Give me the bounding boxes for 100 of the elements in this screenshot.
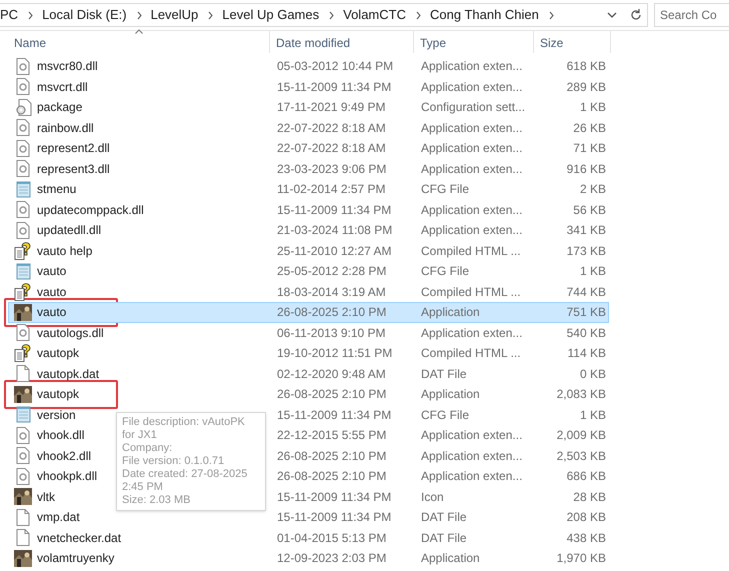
file-size: 341 KB xyxy=(566,222,606,240)
file-size: 2,009 KB xyxy=(556,427,606,444)
file-name: vautopk xyxy=(37,345,80,362)
gear-document-icon xyxy=(16,58,30,75)
file-size: 618 KB xyxy=(566,58,606,76)
file-type: Compiled HTML ... xyxy=(420,242,522,260)
file-type: Compiled HTML ... xyxy=(420,345,522,362)
tooltip-line: Date created: 27-08-2025 2:45 PM xyxy=(122,468,248,494)
date-modified: 22-07-2022 8:18 AM xyxy=(276,120,387,137)
breadcrumb-item[interactable]: LevelUp xyxy=(150,5,198,25)
notepad-icon xyxy=(16,262,30,280)
file-type: Application exten... xyxy=(420,78,524,96)
file-size: 26 KB xyxy=(572,120,606,137)
file-type: CFG File xyxy=(420,263,470,280)
file-type: Application exten... xyxy=(420,222,524,240)
file-type: DAT File xyxy=(420,366,468,383)
file-size: 1 KB xyxy=(578,99,606,116)
chevron-icon xyxy=(548,10,555,20)
file-name: vauto xyxy=(37,304,66,322)
date-modified: 02-12-2020 9:48 AM xyxy=(276,366,387,383)
refresh-icon[interactable] xyxy=(629,8,643,22)
file-type: Icon xyxy=(420,488,445,506)
breadcrumb-item[interactable]: Level Up Games xyxy=(222,5,320,25)
file-size: 2,083 KB xyxy=(556,386,606,404)
dropdown-caret-icon[interactable] xyxy=(607,11,617,19)
date-modified: 11-02-2014 2:57 PM xyxy=(276,181,387,198)
selected-file-row[interactable]: vauto 26-08-2025 2:10 PM Application 751 KB xyxy=(8,302,609,322)
date-modified: 26-08-2025 2:10 PM xyxy=(276,386,388,404)
date-modified: 15-11-2009 11:34 PM xyxy=(276,202,392,219)
gear-document-icon xyxy=(16,426,30,444)
date-modified: 26-08-2025 2:10 PM xyxy=(276,468,388,486)
breadcrumb-item[interactable]: VolamCTC xyxy=(343,5,406,25)
file-type: DAT File xyxy=(420,509,468,526)
chevron-icon xyxy=(207,10,214,20)
file-size: 1 KB xyxy=(578,406,606,424)
tooltip-line: File version: 0.1.0.71 xyxy=(122,455,226,468)
file-type: DAT File xyxy=(420,530,468,547)
gear-document-icon xyxy=(16,78,30,96)
file-name: msvcr80.dll xyxy=(37,58,98,76)
file-type: Application exten... xyxy=(420,202,524,219)
file-name: vauto help xyxy=(37,242,92,260)
file-name: volamtruyenky xyxy=(37,550,114,568)
file-type: Application exten... xyxy=(420,160,524,178)
file-name: updatecomppack.dll xyxy=(37,202,144,219)
file-type: CFG File xyxy=(420,181,470,198)
notepad-icon xyxy=(16,180,30,198)
file-name: vautopk.dat xyxy=(37,366,100,383)
breadcrumb-item[interactable]: Local Disk (E:) xyxy=(42,5,127,25)
chevron-icon xyxy=(328,10,336,20)
file-size: 1 KB xyxy=(578,263,606,280)
file-type: Application exten... xyxy=(420,468,524,486)
chevron-icon xyxy=(27,10,34,20)
date-modified: 06-11-2013 9:10 PM xyxy=(276,324,387,342)
file-type: Application exten... xyxy=(420,58,524,76)
file-type: Application exten... xyxy=(420,324,524,342)
date-modified: 15-11-2009 11:34 PM xyxy=(276,78,392,96)
file-type: Application exten... xyxy=(420,427,524,444)
address-bar[interactable]: PC Local Disk (E:) LevelUp Level Up Games VolamCTC Cong Thanh Chien xyxy=(0,3,648,27)
file-name: vauto xyxy=(37,263,66,280)
date-modified: 17-11-2021 9:49 PM xyxy=(276,99,387,116)
file-name: vautopk xyxy=(37,386,80,404)
file-size: 2,503 KB xyxy=(556,448,606,465)
file-name: vmp.dat xyxy=(37,509,80,526)
breadcrumb-item[interactable]: Cong Thanh Chien xyxy=(430,5,539,25)
date-modified: 25-11-2010 12:27 AM xyxy=(276,242,393,260)
file-name: vhook2.dll xyxy=(37,448,92,465)
file-name: stmenu xyxy=(37,181,76,198)
date-modified: 18-03-2014 3:19 AM xyxy=(276,284,387,301)
file-size: 916 KB xyxy=(566,160,606,178)
help-document-icon xyxy=(14,282,32,301)
breadcrumb-item[interactable]: PC xyxy=(0,5,18,25)
file-size: 289 KB xyxy=(566,78,606,96)
search-placeholder: Search Co xyxy=(660,7,717,24)
gear-document-icon xyxy=(16,468,30,485)
date-modified: 22-12-2015 5:55 PM xyxy=(276,427,388,444)
gear-document-icon xyxy=(16,201,30,218)
blank-document-icon xyxy=(16,365,30,382)
gear-document-icon xyxy=(16,222,30,239)
date-modified: 15-11-2009 11:34 PM xyxy=(276,488,392,506)
file-name: represent3.dll xyxy=(37,160,110,178)
gear-document-icon xyxy=(16,160,30,178)
tooltip-line: File description: vAutoPK for JX1 xyxy=(122,416,246,442)
file-type: Compiled HTML ... xyxy=(420,284,522,301)
chevron-icon xyxy=(136,10,143,20)
file-size: 71 KB xyxy=(572,140,606,158)
file-name: vhookpk.dll xyxy=(37,468,98,486)
file-name: updatedll.dll xyxy=(37,222,102,240)
file-name: version xyxy=(37,406,76,424)
date-modified: 15-11-2009 11:34 PM xyxy=(276,509,392,526)
file-type: Application exten... xyxy=(420,448,524,465)
search-field[interactable]: Search Co xyxy=(654,3,729,27)
blank-document-icon xyxy=(16,529,30,546)
file-size: 56 KB xyxy=(572,202,606,219)
file-size: 173 KB xyxy=(566,242,606,260)
gear-document-icon xyxy=(16,447,30,464)
date-modified: 26-08-2025 2:10 PM xyxy=(276,448,388,465)
file-size: 2 KB xyxy=(578,181,606,198)
blank-document-icon xyxy=(16,508,30,526)
file-name: vautologs.dll xyxy=(37,324,104,342)
file-size: 1,970 KB xyxy=(556,550,606,568)
